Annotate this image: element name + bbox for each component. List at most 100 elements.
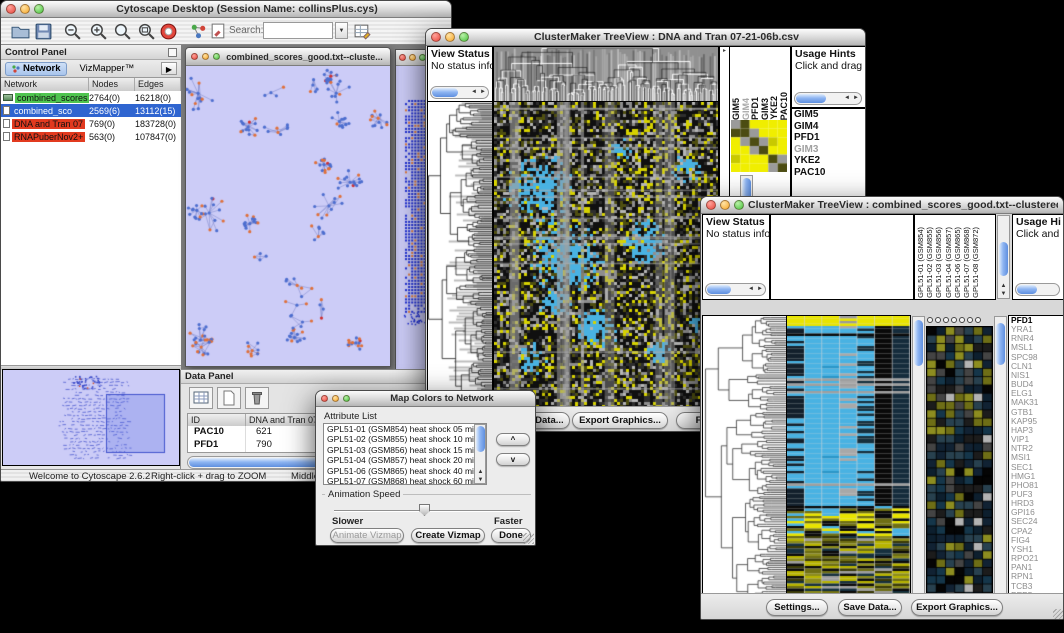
attribute-table-icon[interactable]: [351, 20, 373, 42]
tv2-export-graphics-button[interactable]: Export Graphics...: [911, 599, 1003, 616]
column-header-nodes[interactable]: Nodes: [89, 78, 135, 91]
window-controls[interactable]: [6, 4, 44, 14]
close-button[interactable]: [321, 395, 328, 402]
attribute-list-item[interactable]: GPL51-06 (GSM865) heat shock 40 min: [324, 466, 474, 476]
close-button[interactable]: [706, 200, 716, 210]
zoom-out-icon[interactable]: [61, 20, 83, 42]
new-attribute-icon[interactable]: [217, 387, 241, 409]
tv2-vs-scrollbar[interactable]: ◄►: [705, 283, 766, 296]
minimize-button[interactable]: [202, 53, 209, 60]
tv2-column-label[interactable]: GPL51-01 (GSM854): [917, 227, 925, 298]
zoom-button[interactable]: [34, 4, 44, 14]
tv2-save-data-button[interactable]: Save Data...: [838, 599, 902, 616]
attribute-list-item[interactable]: GPL51-02 (GSM855) heat shock 10 min: [324, 434, 474, 444]
network-view1-canvas[interactable]: [186, 66, 390, 367]
tv2-column-label[interactable]: GPL51-02 (GSM855): [926, 227, 934, 298]
minimize-button[interactable]: [409, 54, 416, 61]
minimize-button[interactable]: [445, 32, 455, 42]
tv2-column-label[interactable]: GPL51-06 (GSM865): [954, 227, 962, 298]
close-button[interactable]: [6, 4, 16, 14]
vscroll-thumb[interactable]: [476, 426, 485, 452]
tab-network[interactable]: Network: [5, 62, 67, 76]
tv1-column-label[interactable]: GIM5: [733, 98, 741, 120]
close-button[interactable]: [431, 32, 441, 42]
attribute-list-item[interactable]: GPL51-01 (GSM854) heat shock 05 min: [324, 424, 474, 434]
tv1-column-label[interactable]: GIM4: [743, 98, 751, 120]
scroll-right-icon[interactable]: ►: [852, 93, 860, 104]
close-button[interactable]: [399, 54, 406, 61]
tv1-column-label[interactable]: YKE2: [771, 96, 779, 120]
annotation-icon[interactable]: [207, 20, 229, 42]
main-titlebar[interactable]: Cytoscape Desktop (Session Name: collins…: [1, 1, 451, 18]
move-up-button[interactable]: ^: [496, 433, 530, 446]
column-dot-icon[interactable]: [927, 317, 933, 323]
expand-arrow-icon[interactable]: ▸: [720, 47, 729, 54]
attribute-list-item[interactable]: GPL51-07 (GSM868) heat shock 60 min: [324, 476, 474, 485]
tv2-row-dendrogram[interactable]: [703, 316, 786, 610]
gene-list-item[interactable]: GIM3: [792, 144, 865, 156]
vscroll-thumb[interactable]: [996, 323, 1005, 365]
scroll-right-icon[interactable]: ►: [479, 87, 487, 98]
save-button[interactable]: [32, 20, 54, 42]
network-list-row[interactable]: RNAPuberNov2+ 563(0) 107847(0): [1, 130, 181, 143]
tv1-uh-scrollbar[interactable]: ◄►: [794, 92, 862, 105]
tv2-zoom-vscrollbar[interactable]: ▲ ▼: [994, 316, 1007, 610]
attribute-list-item[interactable]: GPL51-04 (GSM857) heat shock 20 min: [324, 455, 474, 465]
network-list-row[interactable]: DNA and Tran 07 769(0) 183728(0): [1, 117, 181, 130]
scroll-left-icon[interactable]: ◄: [747, 284, 755, 295]
scroll-up-icon[interactable]: ▲: [475, 469, 486, 475]
scroll-left-icon[interactable]: ◄: [843, 93, 851, 104]
tv1-global-heatmap[interactable]: [731, 120, 787, 172]
tv2-settings-button[interactable]: Settings...: [766, 599, 828, 616]
animate-vizmap-button[interactable]: Animate Vizmap: [330, 528, 404, 543]
delete-attribute-icon[interactable]: [245, 387, 269, 409]
resize-grip[interactable]: [1053, 609, 1064, 620]
column-dot-icon[interactable]: [975, 317, 981, 323]
zoom-button[interactable]: [734, 200, 744, 210]
float-panel-icon[interactable]: [168, 48, 177, 57]
tv1-column-dendrogram[interactable]: [494, 47, 718, 101]
tv2-column-label[interactable]: GPL51-03 (GSM856): [935, 227, 943, 298]
tv2-column-label[interactable]: GPL51-08 (GSM872): [972, 227, 980, 298]
tab-vizmapper[interactable]: VizMapper™: [79, 63, 134, 74]
column-dot-icon[interactable]: [935, 317, 941, 323]
tv1-export-graphics-button[interactable]: Export Graphics...: [572, 412, 668, 429]
dialog-titlebar[interactable]: Map Colors to Network: [316, 391, 535, 407]
column-header-edges[interactable]: Edges: [135, 78, 181, 91]
column-dot-icon[interactable]: [951, 317, 957, 323]
network-overview-thumbnail[interactable]: [3, 370, 179, 465]
tv2-uh-scrollbar[interactable]: [1015, 283, 1060, 296]
gene-list-item[interactable]: PFD1: [792, 132, 865, 144]
minimize-button[interactable]: [20, 4, 30, 14]
attribute-list-item[interactable]: GPL51-03 (GSM856) heat shock 15 min: [324, 445, 474, 455]
scroll-up-icon[interactable]: ▲: [998, 283, 1009, 289]
tv1-column-label[interactable]: PFD1: [752, 97, 760, 120]
tv2-column-dendrogram-area[interactable]: [771, 215, 913, 299]
zoom-button[interactable]: [213, 53, 220, 60]
open-file-button[interactable]: [9, 20, 31, 42]
attribute-list-vscrollbar[interactable]: ▲ ▼: [474, 424, 486, 484]
search-dropdown-arrow[interactable]: ▼: [335, 22, 348, 39]
move-down-button[interactable]: v: [496, 453, 530, 466]
create-vizmap-button[interactable]: Create Vizmap: [411, 528, 485, 543]
tv2-heatmap-vscrollbar[interactable]: [912, 316, 925, 610]
scroll-right-icon[interactable]: ►: [756, 284, 764, 295]
zoom-button[interactable]: [459, 32, 469, 42]
vscroll-thumb[interactable]: [914, 320, 923, 366]
tv1-vs-scrollbar[interactable]: ◄►: [430, 86, 489, 99]
tv2-column-label[interactable]: GPL51-07 (GSM868): [963, 227, 971, 298]
resize-grip[interactable]: [523, 533, 534, 544]
tv2-zoom-heatmap[interactable]: [927, 327, 992, 609]
minimize-button[interactable]: [720, 200, 730, 210]
zoom-in-icon[interactable]: [87, 20, 109, 42]
tv1-column-label[interactable]: PAC10: [781, 92, 789, 120]
network-list-row[interactable]: combined_scores 2764(0) 16218(0): [1, 91, 181, 104]
scroll-down-icon[interactable]: ▼: [475, 477, 486, 483]
column-dot-icon[interactable]: [943, 317, 949, 323]
attr-col-id[interactable]: ID: [188, 414, 246, 426]
gene-list-item[interactable]: GIM5: [792, 109, 865, 121]
zoom-button[interactable]: [343, 395, 350, 402]
treeview1-titlebar[interactable]: ClusterMaker TreeView : DNA and Tran 07-…: [426, 29, 865, 46]
search-input[interactable]: [263, 22, 333, 39]
gene-list-item[interactable]: GIM4: [792, 121, 865, 133]
